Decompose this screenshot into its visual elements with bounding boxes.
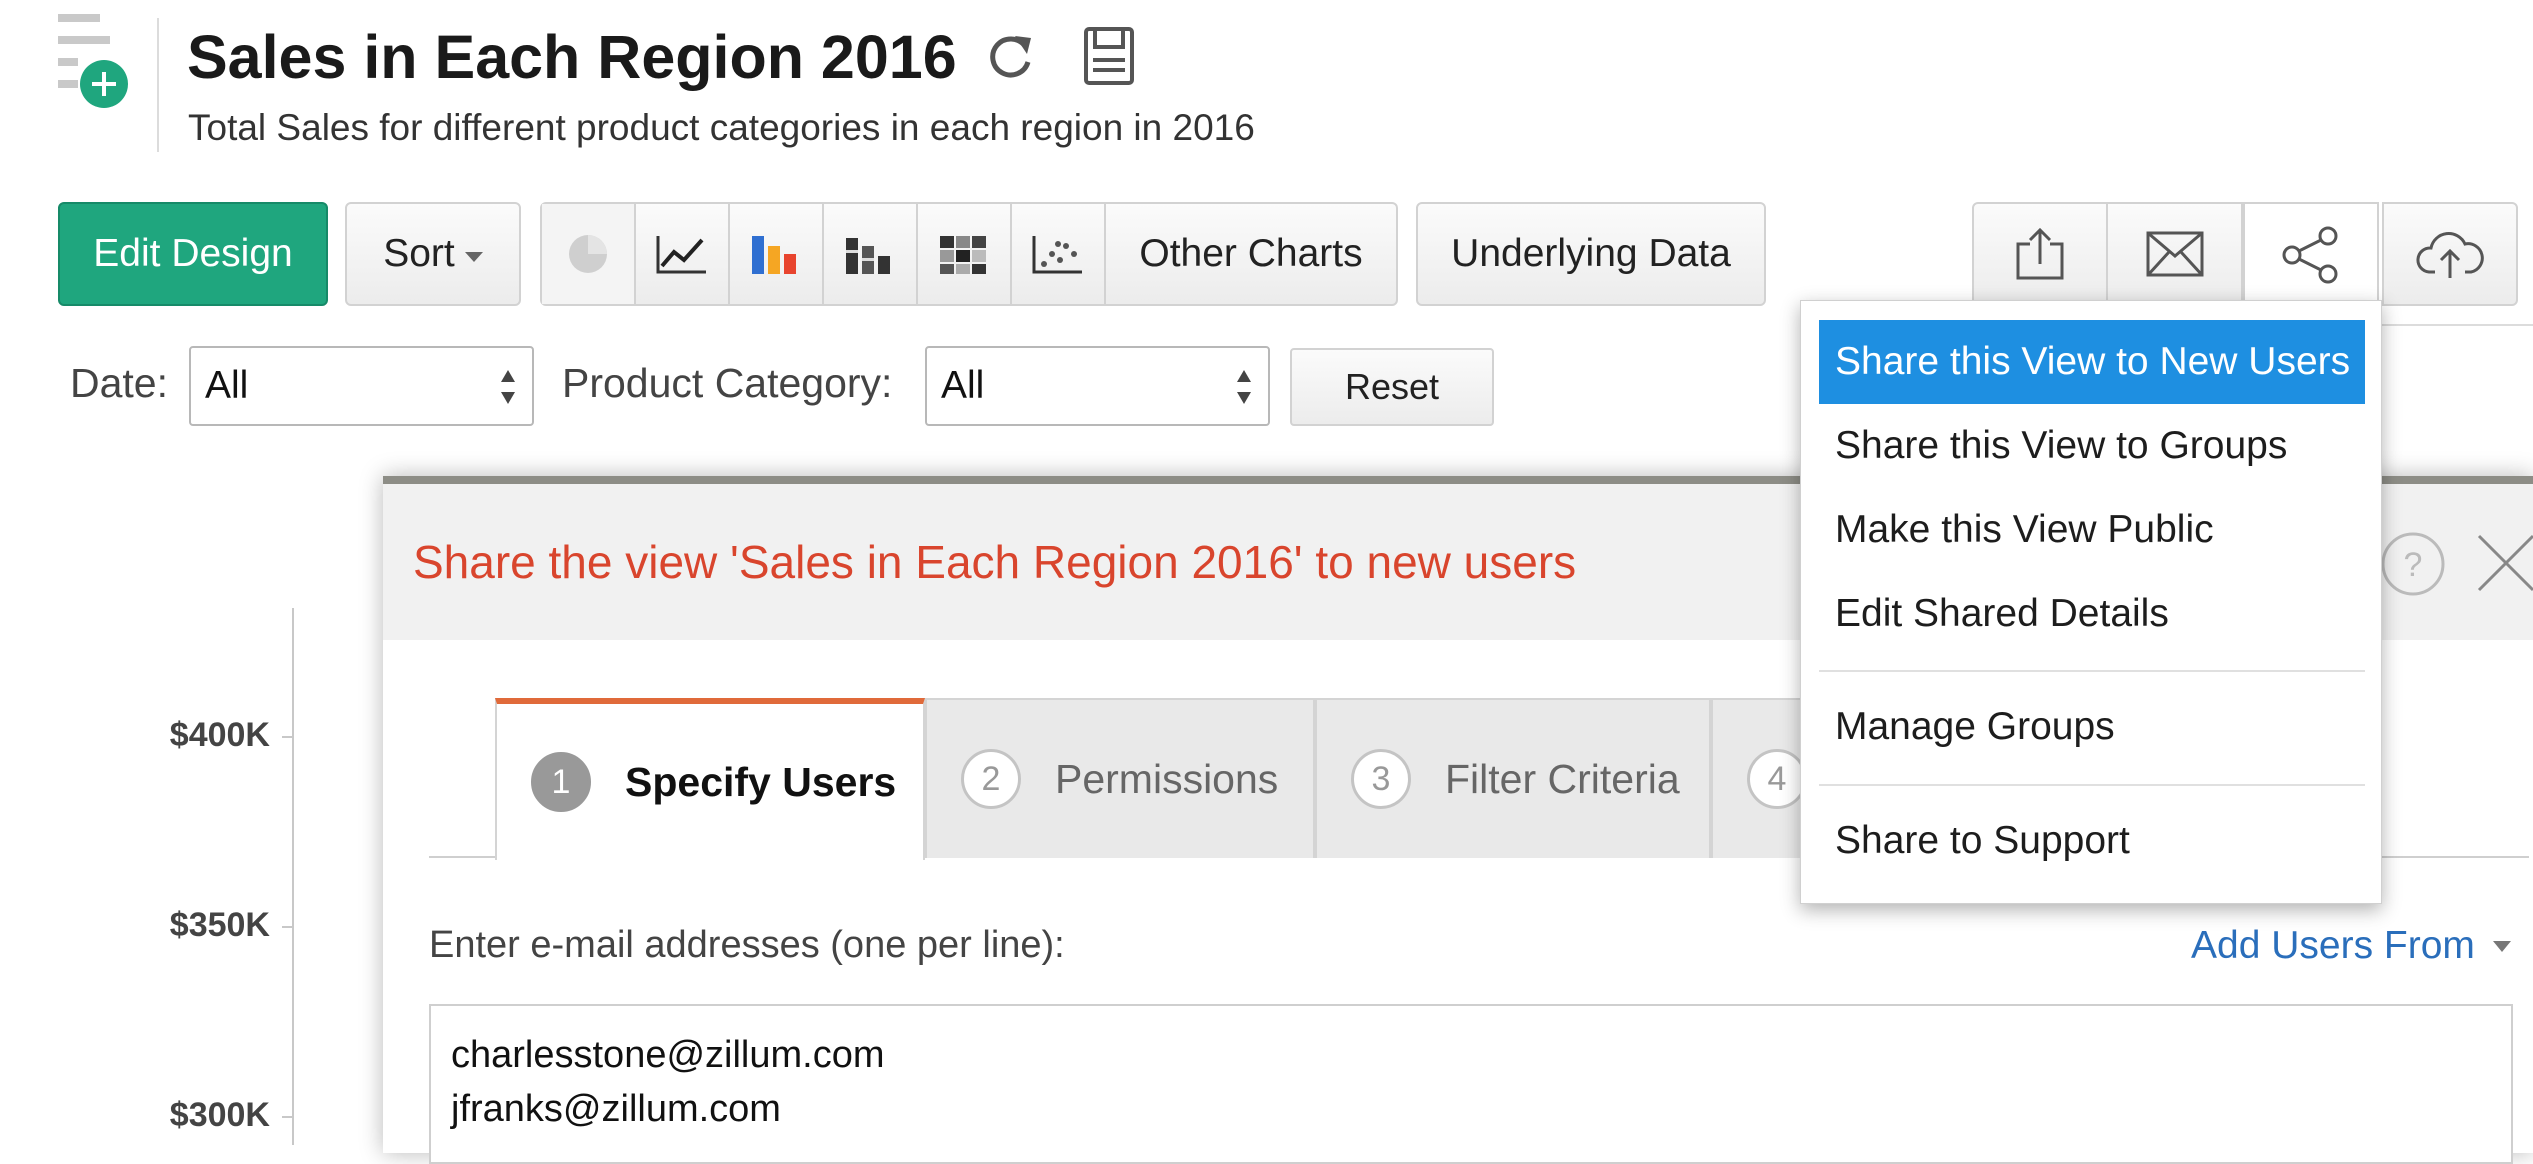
select-stepper-icon: [501, 370, 515, 404]
export-button[interactable]: [1972, 202, 2108, 306]
svg-text:?: ?: [2404, 546, 2423, 584]
y-tick-mark: [282, 926, 292, 928]
email-entry: jfranks@zillum.com: [451, 1088, 781, 1130]
share-button[interactable]: [2243, 202, 2379, 308]
menu-divider: [1819, 670, 2365, 672]
tab-number: 3: [1351, 749, 1411, 809]
publish-icon: [2416, 232, 2484, 278]
chevron-down-icon: [2492, 940, 2511, 952]
view-description: Total Sales for different product catego…: [188, 107, 1255, 148]
tab-permissions[interactable]: 2 Permissions: [925, 698, 1315, 858]
add-users-from-label: Add Users From: [2191, 924, 2475, 967]
email-button[interactable]: [2106, 202, 2243, 306]
email-icon: [2146, 231, 2203, 277]
tab-label: Permissions: [1055, 755, 1279, 802]
email-input-label: Enter e-mail addresses (one per line):: [429, 924, 1065, 966]
view-title: Sales in Each Region 2016: [187, 23, 957, 91]
date-filter-value: All: [205, 364, 249, 407]
menu-edit-shared-details[interactable]: Edit Shared Details: [1819, 572, 2365, 656]
chevron-down-icon: [464, 252, 483, 262]
refresh-icon[interactable]: [985, 30, 1035, 84]
bar-chart-icon[interactable]: [730, 204, 824, 304]
tab-label: Filter Criteria: [1445, 755, 1680, 802]
export-icon: [2016, 227, 2064, 280]
category-filter-select[interactable]: All: [925, 346, 1270, 426]
line-chart-icon[interactable]: [636, 204, 730, 304]
tab-label: Specify Users: [625, 758, 897, 805]
header-divider: [157, 18, 159, 152]
heatmap-chart-icon[interactable]: [918, 204, 1012, 304]
reset-button[interactable]: Reset: [1290, 348, 1494, 426]
category-filter-value: All: [941, 364, 985, 407]
sort-button[interactable]: Sort: [345, 202, 521, 306]
scatter-chart-icon[interactable]: [1012, 204, 1106, 304]
category-filter-label: Product Category:: [562, 360, 893, 406]
sort-label: Sort: [383, 232, 455, 275]
y-tick-mark: [282, 1116, 292, 1118]
close-icon[interactable]: [2471, 528, 2533, 598]
add-view-icon[interactable]: [58, 14, 128, 110]
tab-number: 1: [531, 752, 591, 812]
chart-type-bar: Other Charts: [540, 202, 1398, 306]
date-filter-label: Date:: [70, 360, 168, 406]
date-filter-select[interactable]: All: [189, 346, 534, 426]
menu-share-groups[interactable]: Share this View to Groups: [1819, 404, 2365, 488]
select-stepper-icon: [1237, 370, 1251, 404]
email-addresses-textarea[interactable]: charlesstone@zillum.com jfranks@zillum.c…: [429, 1004, 2513, 1164]
stacked-bar-chart-icon[interactable]: [824, 204, 918, 304]
add-users-from-link[interactable]: Add Users From: [2191, 924, 2511, 968]
dialog-title: Share the view 'Sales in Each Region 201…: [413, 536, 1577, 588]
save-icon[interactable]: [1083, 26, 1135, 86]
menu-share-support[interactable]: Share to Support: [1819, 799, 2365, 883]
menu-share-new-users[interactable]: Share this View to New Users: [1819, 320, 2365, 404]
menu-divider: [1819, 784, 2365, 786]
pie-chart-icon[interactable]: [542, 204, 636, 304]
y-tick-label: $350K: [169, 906, 270, 944]
underlying-data-button[interactable]: Underlying Data: [1416, 202, 1766, 306]
edit-design-button[interactable]: Edit Design: [58, 202, 328, 306]
tab-specify-users[interactable]: 1 Specify Users: [495, 698, 925, 860]
chart-y-axis: [292, 608, 294, 1145]
share-menu: Share this View to New Users Share this …: [1800, 300, 2382, 904]
tab-number: 4: [1747, 749, 1807, 809]
other-charts-button[interactable]: Other Charts: [1106, 204, 1396, 304]
menu-manage-groups[interactable]: Manage Groups: [1819, 685, 2365, 769]
y-tick-label: $300K: [169, 1096, 270, 1134]
toolbar-divider: [2380, 324, 2533, 326]
email-entry: charlesstone@zillum.com: [451, 1034, 885, 1076]
y-tick-mark: [282, 736, 292, 738]
menu-make-public[interactable]: Make this View Public: [1819, 488, 2365, 572]
help-icon[interactable]: ?: [2373, 524, 2453, 604]
share-icon: [2282, 226, 2338, 284]
publish-button[interactable]: [2382, 202, 2518, 306]
y-tick-label: $400K: [169, 716, 270, 754]
tab-number: 2: [961, 749, 1021, 809]
tab-filter-criteria[interactable]: 3 Filter Criteria: [1315, 698, 1711, 858]
